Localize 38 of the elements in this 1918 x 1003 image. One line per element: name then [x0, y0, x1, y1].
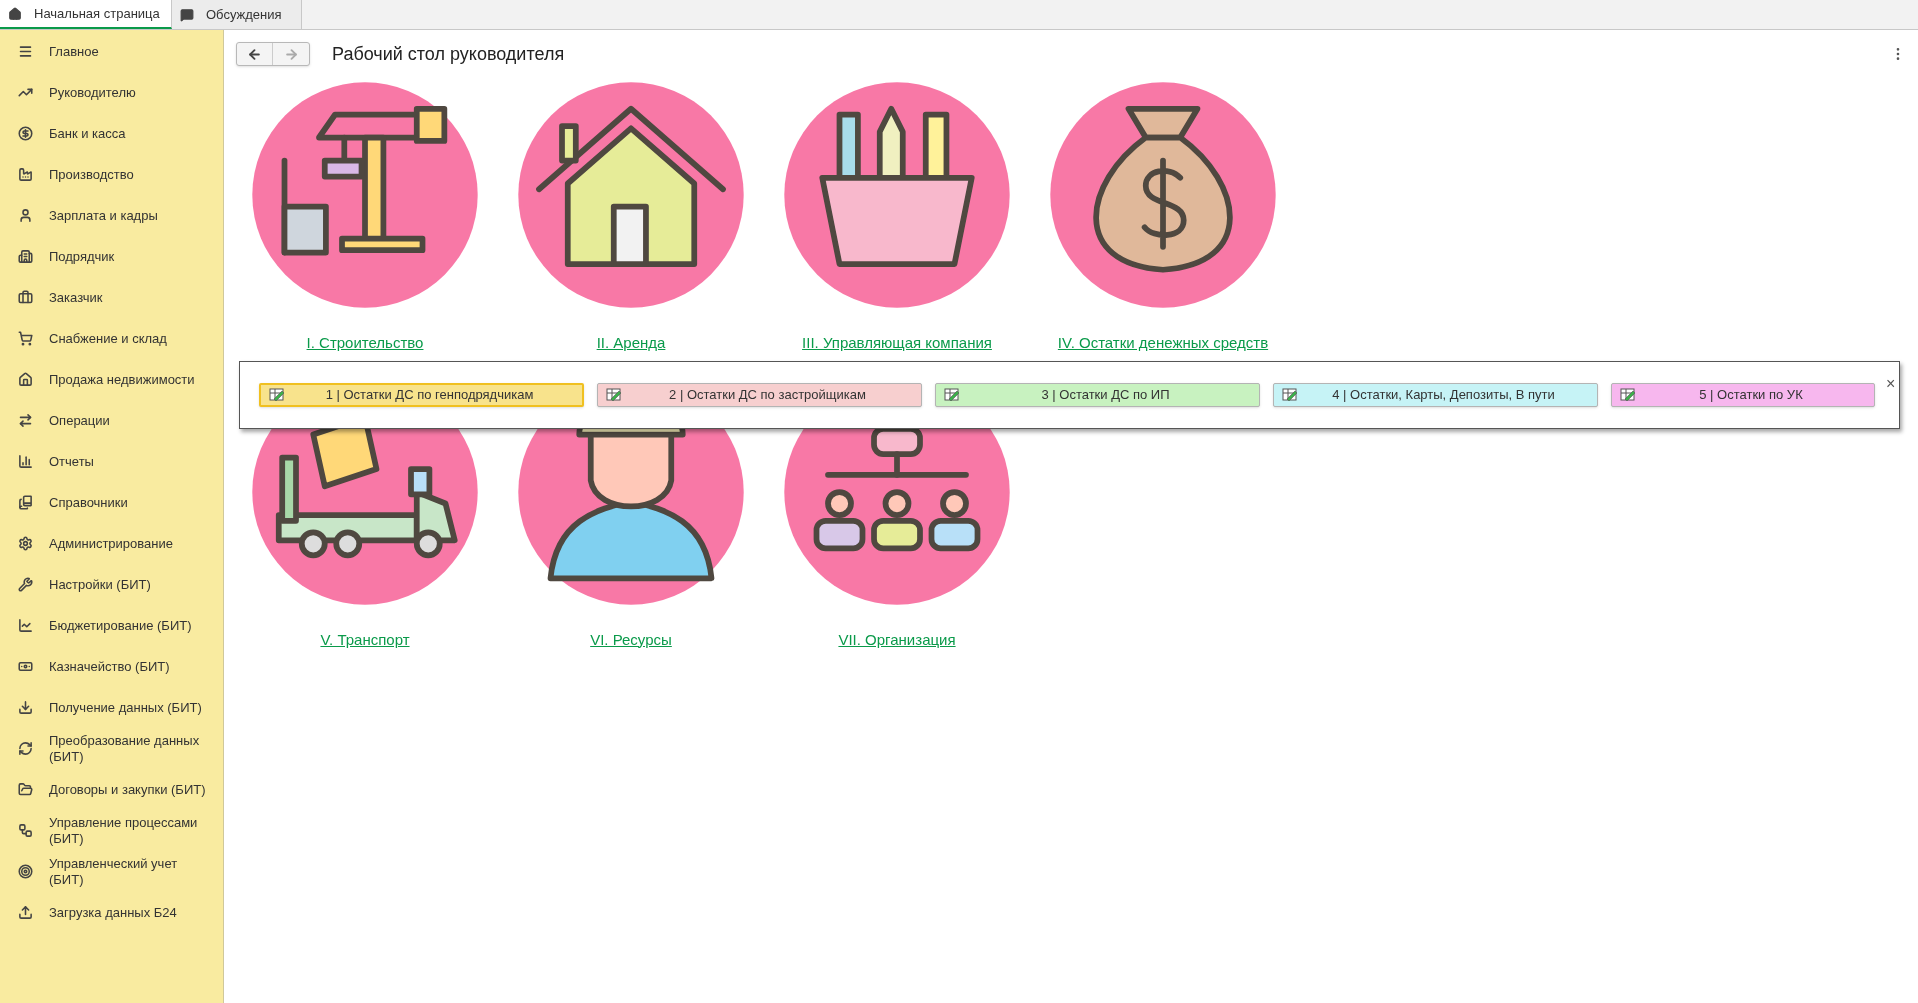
tile-link[interactable]: I. Строительство: [306, 332, 424, 355]
report-button[interactable]: 3 | Остатки ДС по ИП: [935, 383, 1260, 407]
sidebar-item[interactable]: Продажа недвижимости: [0, 359, 223, 400]
sidebar-item[interactable]: Снабжение и склад: [0, 318, 223, 359]
sidebar-item[interactable]: Управление процессами (БИТ): [0, 810, 223, 851]
sidebar-item[interactable]: Казначейство (БИТ): [0, 646, 223, 687]
tile-link[interactable]: V. Транспорт: [320, 628, 410, 651]
sidebar-item[interactable]: Зарплата и кадры: [0, 195, 223, 236]
sidebar-item[interactable]: Руководителю: [0, 72, 223, 113]
section-tab[interactable]: Обсуждения: [172, 0, 302, 29]
page-title: Рабочий стол руководителя: [332, 42, 565, 66]
sidebar-item[interactable]: Администрирование: [0, 523, 223, 564]
sidebar-item[interactable]: Главное: [0, 31, 223, 72]
report-button[interactable]: 1 | Остатки ДС по генподрядчикам: [259, 383, 584, 407]
sidebar-item[interactable]: Договоры и закупки (БИТ): [0, 769, 223, 810]
tile-link[interactable]: VII. Организация: [838, 628, 956, 651]
sidebar-item[interactable]: Управленческий учет (БИТ): [0, 851, 223, 892]
sidebar-item[interactable]: Настройки (БИТ): [0, 564, 223, 605]
close-button[interactable]: ×: [1886, 372, 1896, 396]
tile-link[interactable]: IV. Остатки денежных средств: [1057, 332, 1269, 355]
sidebar-item[interactable]: Бюджетирование (БИТ): [0, 605, 223, 646]
sidebar-item[interactable]: Банк и касса: [0, 113, 223, 154]
sidebar-item[interactable]: Подрядчик: [0, 236, 223, 277]
sidebar-item[interactable]: Загрузка данных Б24: [0, 892, 223, 933]
sidebar-item[interactable]: Получение данных (БИТ): [0, 687, 223, 728]
tile-link[interactable]: III. Управляющая компания: [802, 332, 992, 355]
sidebar-item[interactable]: Отчеты: [0, 441, 223, 482]
sidebar-item[interactable]: Справочники: [0, 482, 223, 523]
tile-link[interactable]: II. Аренда: [596, 332, 666, 355]
sidebar-item[interactable]: Преобразование данных (БИТ): [0, 728, 223, 769]
sidebar-item[interactable]: Производство: [0, 154, 223, 195]
report-button[interactable]: 5 | Остатки по УК: [1611, 383, 1875, 407]
report-button[interactable]: 4 | Остатки, Карты, Депозиты, В пути: [1273, 383, 1598, 407]
tile-link[interactable]: VI. Ресурсы: [590, 628, 672, 651]
sidebar-item[interactable]: Заказчик: [0, 277, 223, 318]
sidebar-item[interactable]: Операции: [0, 400, 223, 441]
section-tab[interactable]: Начальная страница: [0, 0, 172, 29]
report-button[interactable]: 2 | Остатки ДС по застройщикам: [597, 383, 922, 407]
